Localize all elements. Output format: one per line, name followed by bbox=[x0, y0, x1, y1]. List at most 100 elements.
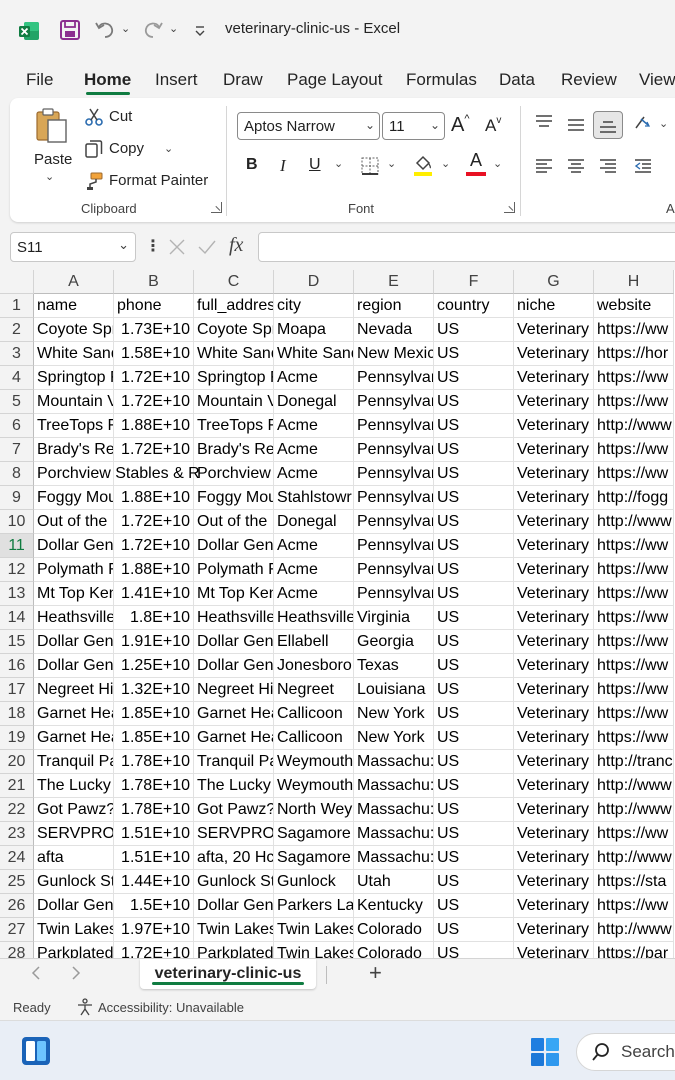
table-cell[interactable]: http://tranc bbox=[594, 750, 674, 774]
table-cell[interactable]: https://ww bbox=[594, 462, 674, 486]
fill-color-dropdown-icon[interactable]: ⌄ bbox=[441, 157, 450, 170]
table-cell[interactable]: https://ww bbox=[594, 702, 674, 726]
row-header[interactable]: 7 bbox=[0, 438, 34, 462]
table-cell[interactable]: Acme bbox=[274, 438, 354, 462]
table-cell[interactable]: 1.78E+10 bbox=[114, 798, 194, 822]
table-cell[interactable]: Negreet Hi bbox=[194, 678, 274, 702]
row-header[interactable]: 24 bbox=[0, 846, 34, 870]
increase-font-size-button[interactable]: A ^ bbox=[451, 113, 470, 137]
windows-start-icon[interactable] bbox=[530, 1037, 560, 1067]
table-cell[interactable]: http://www bbox=[594, 510, 674, 534]
tab-insert[interactable]: Insert bbox=[155, 70, 198, 90]
format-painter-button[interactable]: Format Painter bbox=[109, 172, 208, 189]
table-cell[interactable]: Louisiana bbox=[354, 678, 434, 702]
align-middle-icon[interactable] bbox=[566, 115, 586, 135]
table-cell[interactable]: Callicoon bbox=[274, 726, 354, 750]
table-cell[interactable]: Twin Lakes bbox=[194, 918, 274, 942]
table-cell[interactable]: 1.72E+10 bbox=[114, 390, 194, 414]
table-cell[interactable]: Acme bbox=[274, 558, 354, 582]
table-cell[interactable]: Pennsylvar bbox=[354, 438, 434, 462]
table-cell[interactable]: Acme bbox=[274, 534, 354, 558]
table-cell[interactable]: http://www bbox=[594, 774, 674, 798]
table-cell[interactable]: http://fogg bbox=[594, 486, 674, 510]
table-cell[interactable]: 1.78E+10 bbox=[114, 750, 194, 774]
row-header[interactable]: 27 bbox=[0, 918, 34, 942]
table-cell[interactable]: US bbox=[434, 366, 514, 390]
table-cell[interactable]: 1.51E+10 bbox=[114, 822, 194, 846]
fill-color-icon[interactable] bbox=[412, 153, 434, 177]
table-cell[interactable]: Springtop F bbox=[34, 366, 114, 390]
table-cell[interactable]: Colorado bbox=[354, 942, 434, 958]
table-cell[interactable]: Mt Top Ken bbox=[34, 582, 114, 606]
table-cell[interactable]: 1.72E+10 bbox=[114, 534, 194, 558]
row-header[interactable]: 1 bbox=[0, 294, 34, 318]
table-cell[interactable]: 1.85E+10 bbox=[114, 726, 194, 750]
paste-icon[interactable] bbox=[34, 106, 70, 146]
table-cell[interactable]: Veterinary bbox=[514, 366, 594, 390]
table-cell[interactable]: Garnet Hea bbox=[194, 702, 274, 726]
table-cell[interactable]: Got Pawz? bbox=[34, 798, 114, 822]
borders-dropdown-icon[interactable]: ⌄ bbox=[387, 157, 396, 170]
column-header-f[interactable]: F bbox=[434, 270, 514, 294]
widgets-icon[interactable] bbox=[20, 1035, 52, 1067]
row-header[interactable]: 6 bbox=[0, 414, 34, 438]
table-cell[interactable]: Garnet Hea bbox=[34, 702, 114, 726]
column-header-g[interactable]: G bbox=[514, 270, 594, 294]
table-cell[interactable]: Veterinary bbox=[514, 870, 594, 894]
accessibility-status[interactable]: Accessibility: Unavailable bbox=[98, 1000, 244, 1015]
italic-button[interactable]: I bbox=[280, 156, 286, 176]
table-cell[interactable]: US bbox=[434, 390, 514, 414]
row-header[interactable]: 10 bbox=[0, 510, 34, 534]
table-cell[interactable]: https://ww bbox=[594, 582, 674, 606]
spreadsheet-grid[interactable]: ABCDEFGH 1namephonefull_addresscityregion… bbox=[0, 270, 675, 958]
table-cell[interactable]: Acme bbox=[274, 366, 354, 390]
table-cell[interactable]: Stahlstowr bbox=[274, 486, 354, 510]
table-cell[interactable]: US bbox=[434, 846, 514, 870]
table-cell[interactable]: https://ww bbox=[594, 726, 674, 750]
row-header[interactable]: 16 bbox=[0, 654, 34, 678]
table-cell[interactable]: 1.44E+10 bbox=[114, 870, 194, 894]
cancel-entry-icon[interactable] bbox=[168, 238, 186, 256]
table-cell[interactable]: US bbox=[434, 870, 514, 894]
row-header[interactable]: 22 bbox=[0, 798, 34, 822]
row-header[interactable]: 12 bbox=[0, 558, 34, 582]
confirm-entry-icon[interactable] bbox=[197, 238, 217, 256]
orientation-dropdown-icon[interactable]: ⌄ bbox=[659, 117, 668, 130]
table-cell[interactable]: Springtop F bbox=[194, 366, 274, 390]
table-cell[interactable]: Brady's Res bbox=[194, 438, 274, 462]
table-cell[interactable]: Veterinary bbox=[514, 654, 594, 678]
table-cell[interactable]: 1.88E+10 bbox=[114, 414, 194, 438]
column-header-b[interactable]: B bbox=[114, 270, 194, 294]
table-cell[interactable]: Dollar Gen bbox=[194, 630, 274, 654]
header-cell[interactable]: full_address bbox=[194, 294, 274, 318]
table-cell[interactable]: Massachu: bbox=[354, 750, 434, 774]
table-cell[interactable]: US bbox=[434, 606, 514, 630]
insert-function-icon[interactable]: fx bbox=[229, 234, 243, 257]
table-cell[interactable]: http://www bbox=[594, 798, 674, 822]
table-cell[interactable]: afta bbox=[34, 846, 114, 870]
table-cell[interactable]: https://ww bbox=[594, 318, 674, 342]
table-cell[interactable]: https://ww bbox=[594, 606, 674, 630]
underline-button[interactable]: U bbox=[309, 156, 321, 174]
table-cell[interactable]: http://www bbox=[594, 918, 674, 942]
table-cell[interactable]: https://ww bbox=[594, 822, 674, 846]
table-cell[interactable]: Gunlock St bbox=[34, 870, 114, 894]
table-cell[interactable]: US bbox=[434, 510, 514, 534]
row-header[interactable]: 18 bbox=[0, 702, 34, 726]
table-cell[interactable]: Mt Top Ken bbox=[194, 582, 274, 606]
copy-icon[interactable] bbox=[84, 139, 104, 159]
table-cell[interactable]: https://ww bbox=[594, 390, 674, 414]
redo-icon[interactable] bbox=[142, 18, 164, 40]
table-cell[interactable]: US bbox=[434, 654, 514, 678]
table-cell[interactable]: Donegal bbox=[274, 390, 354, 414]
table-cell[interactable]: Veterinary bbox=[514, 438, 594, 462]
bold-button[interactable]: B bbox=[246, 156, 258, 174]
table-cell[interactable]: Ellabell bbox=[274, 630, 354, 654]
table-cell[interactable]: North Wey bbox=[274, 798, 354, 822]
row-header[interactable]: 11 bbox=[0, 534, 34, 558]
table-cell[interactable]: Dollar Gen bbox=[34, 630, 114, 654]
table-cell[interactable]: https://ww bbox=[594, 438, 674, 462]
table-cell[interactable]: Porchview bbox=[194, 462, 274, 486]
table-cell[interactable]: Veterinary bbox=[514, 414, 594, 438]
table-cell[interactable]: Pennsylvar bbox=[354, 390, 434, 414]
